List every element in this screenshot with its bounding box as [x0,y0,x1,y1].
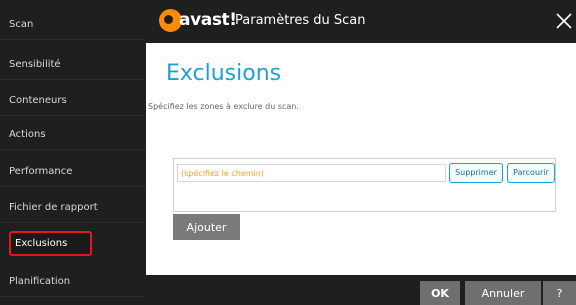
avast-logo: avast! [159,9,237,35]
cancel-button[interactable]: Annuler [465,281,541,305]
logo-text: avast! [179,10,237,30]
help-button[interactable]: ? [543,281,576,305]
sidebar-item-actions[interactable]: Actions [0,120,146,150]
title-bar: avast! Paramètres du Scan [146,0,576,43]
sidebar: Scan Sensibilité Conteneurs Actions Perf… [0,0,146,305]
exclusion-path-input[interactable] [177,164,446,182]
browse-button[interactable]: Parcourir [507,163,555,183]
sidebar-item-scan[interactable]: Scan [0,10,146,40]
footer-bar: OK Annuler ? [146,275,576,305]
page-description: Spécifiez les zones à exclure du scan. [148,102,299,111]
sidebar-item-sensibilite[interactable]: Sensibilité [0,50,146,80]
window-title: Paramètres du Scan [235,13,366,28]
page-title: Exclusions [166,61,282,86]
ok-button[interactable]: OK [420,281,460,305]
sidebar-item-exclusions[interactable]: Exclusions [9,231,92,256]
close-icon[interactable] [552,9,576,33]
sidebar-item-performance[interactable]: Performance [0,157,146,187]
main-content: Exclusions Spécifiez les zones à exclure… [146,43,576,275]
exclusions-list: Supprimer Parcourir [173,158,556,212]
add-button[interactable]: Ajouter [173,214,240,240]
sidebar-item-fichier-de-rapport[interactable]: Fichier de rapport [0,193,146,223]
sidebar-item-planification[interactable]: Planification [0,267,146,297]
sidebar-item-conteneurs[interactable]: Conteneurs [0,86,146,116]
delete-button[interactable]: Supprimer [449,163,503,183]
